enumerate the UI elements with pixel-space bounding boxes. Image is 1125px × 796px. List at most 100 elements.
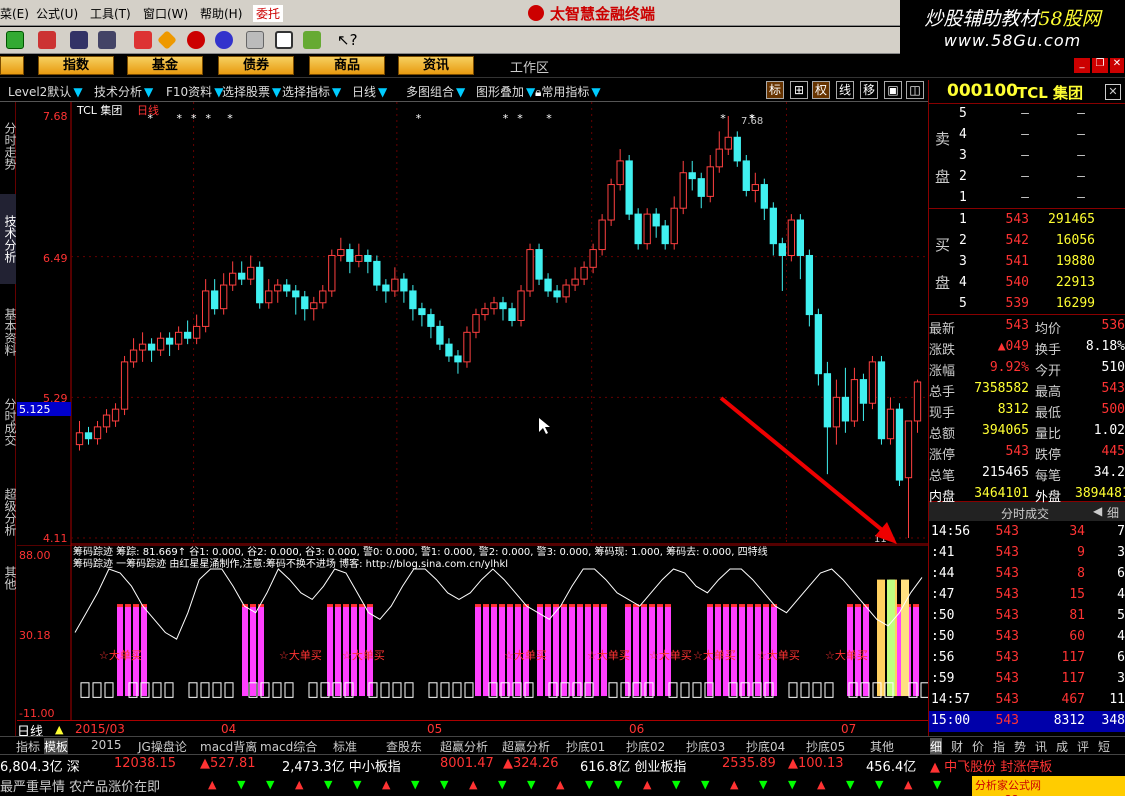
tick-row[interactable]: 15:00 543 8312 348	[929, 711, 1125, 732]
stat-row[interactable]: 总笔 215465 每笔 34.2	[929, 463, 1125, 484]
bottom-tab[interactable]: 2015	[91, 738, 122, 752]
minimize-icon[interactable]: _	[1074, 58, 1090, 73]
menu-item-edit[interactable]: 菜(E)	[0, 5, 29, 22]
tick-row[interactable]: :50 543 60 4	[929, 627, 1125, 648]
tools-icon[interactable]	[98, 31, 116, 49]
info-icon[interactable]	[215, 31, 233, 49]
bottom-tab[interactable]: 超赢分析	[502, 738, 550, 755]
chart-button-box[interactable]: ▣	[884, 81, 902, 99]
bottom-tab[interactable]: 抄底02	[626, 738, 665, 755]
candlestick-chart[interactable]: * * * * * * * * * * *** TCL 集团 日线 7.68 6.49 5.29 4…	[17, 102, 928, 545]
tab-select-stock[interactable]: 选择股票 ▼	[222, 83, 281, 100]
bond-button[interactable]: 债券	[218, 56, 294, 75]
bottom-tab[interactable]: 超赢分析	[440, 738, 488, 755]
chart-button-grid[interactable]: ⊞	[790, 81, 808, 99]
tick-row[interactable]: :59 543 117 3	[929, 669, 1125, 690]
right-tab[interactable]: 指	[993, 738, 1005, 755]
workarea-label[interactable]: 工作区	[510, 57, 549, 76]
tick-row[interactable]: 14:56 543 34 7	[929, 522, 1125, 543]
alert-icon[interactable]	[187, 31, 205, 49]
status-news-alert[interactable]: ▲ 中飞股份 封涨停板	[930, 756, 1052, 775]
tab-tech-analysis[interactable]: 技术分析 ▼	[94, 83, 153, 100]
tab-f10[interactable]: F10资料 ▼	[166, 83, 223, 100]
sell-level-row[interactable]: 4 — —	[929, 125, 1125, 146]
ticks-detail-button[interactable]: 细	[1107, 504, 1119, 521]
vtab-other[interactable]: 其他	[0, 558, 17, 598]
close-icon[interactable]: ✕	[1110, 58, 1124, 73]
restore-icon[interactable]: ❐	[1092, 58, 1108, 73]
doc-icon[interactable]	[246, 31, 264, 49]
bottom-tab[interactable]: 查股东	[386, 738, 422, 755]
buy-level-row[interactable]: 2 542 16056	[929, 231, 1125, 252]
stat-row[interactable]: 涨停 543 跌停 445	[929, 442, 1125, 463]
tab-common-indicator[interactable]: 🔒︎常用指标 ▼	[535, 83, 601, 100]
vtab-fundamentals[interactable]: 基本资料	[0, 288, 17, 376]
function-button-prev[interactable]	[0, 56, 24, 75]
vtab-super-analysis[interactable]: 超级分析	[0, 468, 17, 556]
tab-multi-chart[interactable]: 多图组合 ▼	[406, 83, 465, 100]
right-tab[interactable]: 价	[972, 738, 984, 755]
bars-icon[interactable]	[303, 31, 321, 49]
index-button[interactable]: 指数	[38, 56, 114, 75]
commodity-button[interactable]: 商品	[309, 56, 385, 75]
chart-button-move[interactable]: 移	[860, 81, 878, 99]
right-tab[interactable]: 短	[1098, 738, 1110, 755]
chart-button-rights[interactable]: 权	[812, 81, 830, 99]
bottom-tab[interactable]: JG操盘论	[138, 738, 187, 755]
buy-level-row[interactable]: 5 539 16299	[929, 294, 1125, 315]
tab-select-indicator[interactable]: 选择指标 ▼	[282, 83, 341, 100]
vtab-intraday-trades[interactable]: 分时成交	[0, 378, 17, 466]
tick-row[interactable]: :50 543 81 5	[929, 606, 1125, 627]
bottom-tab[interactable]: 抄底03	[686, 738, 725, 755]
indicator-chart[interactable]: ☆大单买 ☆大单买 ☆大单买 ☆大单买 ☆大单买 ☆大单买 ☆大单买 ☆大单买 ☆大单买 88.…	[17, 545, 928, 720]
chart-button-mark[interactable]: 标	[766, 81, 784, 99]
tab-daily[interactable]: 日线 ▼	[352, 83, 387, 100]
window-icon[interactable]	[275, 31, 293, 49]
help-cursor-icon[interactable]: ↖?	[337, 31, 358, 49]
tab-overlay[interactable]: 图形叠加 ▼	[476, 83, 535, 100]
right-tab[interactable]: 势	[1014, 738, 1026, 755]
menu-item-help[interactable]: 帮助(H)	[200, 5, 242, 22]
sell-level-row[interactable]: 3 — —	[929, 146, 1125, 167]
diamond-icon[interactable]	[157, 30, 177, 50]
menu-item-formula[interactable]: 公式(U)	[36, 5, 78, 22]
fund-button[interactable]: 基金	[127, 56, 203, 75]
news-ticker[interactable]: 最严重旱情 农产品涨价在即	[0, 776, 160, 795]
buy-level-row[interactable]: 4 540 22913	[929, 273, 1125, 294]
right-tab[interactable]: 财	[951, 738, 963, 755]
tick-row[interactable]: :47 543 15 4	[929, 585, 1125, 606]
close-panel-icon[interactable]: ✕	[1105, 84, 1121, 100]
right-tab[interactable]: 讯	[1035, 738, 1047, 755]
stat-row[interactable]: 总额 394065 量比 1.02	[929, 421, 1125, 442]
sell-level-row[interactable]: 5 — —	[929, 104, 1125, 125]
tick-row[interactable]: :41 543 9 3	[929, 543, 1125, 564]
chart-button-line[interactable]: 线	[836, 81, 854, 99]
news-button[interactable]: 资讯	[398, 56, 474, 75]
tick-row[interactable]: :56 543 117 6	[929, 648, 1125, 669]
stat-row[interactable]: 内盘 3464101 外盘 3894481	[929, 484, 1125, 505]
stat-row[interactable]: 现手 8312 最低 500	[929, 400, 1125, 421]
right-tab[interactable]: 评	[1077, 738, 1089, 755]
chart-icon[interactable]	[38, 31, 56, 49]
tick-row[interactable]: :44 543 8 6	[929, 564, 1125, 585]
period-arrow-icon[interactable]: ▲	[55, 723, 63, 736]
tab-level2[interactable]: Level2默认 ▼	[8, 83, 83, 100]
bottom-tab[interactable]: 抄底04	[746, 738, 785, 755]
stat-row[interactable]: 最新 543 均价 536	[929, 316, 1125, 337]
sell-level-row[interactable]: 1 — —	[929, 188, 1125, 209]
bottom-tab[interactable]: 指标	[16, 738, 40, 755]
right-tab[interactable]: 成	[1056, 738, 1068, 755]
bottom-tab[interactable]: 抄底01	[566, 738, 605, 755]
bottom-tab[interactable]: 模板	[44, 738, 69, 755]
keyboard-icon[interactable]	[6, 31, 24, 49]
right-tab[interactable]: 细	[930, 738, 943, 755]
ticks-arrow-icon[interactable]: ◀	[1093, 504, 1102, 518]
bottom-tab[interactable]: macd背离	[200, 738, 257, 755]
buy-level-row[interactable]: 3 541 19880	[929, 252, 1125, 273]
flag-icon[interactable]	[134, 31, 152, 49]
chart-button-split[interactable]: ◫	[906, 81, 924, 99]
sell-level-row[interactable]: 2 — —	[929, 167, 1125, 188]
bottom-tab[interactable]: 其他	[870, 738, 894, 755]
bottom-tab[interactable]: macd综合	[260, 738, 317, 755]
stat-row[interactable]: 涨跌 ▲049 换手 8.18%	[929, 337, 1125, 358]
